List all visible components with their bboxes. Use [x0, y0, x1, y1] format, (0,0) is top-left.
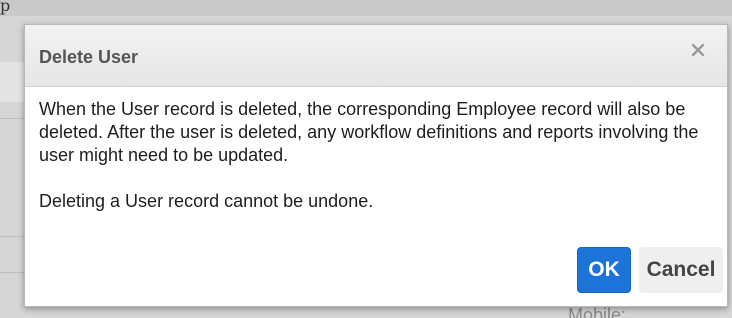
close-button[interactable] — [683, 35, 713, 65]
dialog-header: Delete User — [25, 25, 727, 87]
background-corner-glyph: p — [0, 0, 11, 15]
background-stripe — [0, 62, 24, 102]
delete-user-dialog: Delete User When the User record is dele… — [24, 24, 728, 307]
ok-button[interactable]: OK — [577, 247, 631, 293]
dialog-message-paragraph: When the User record is deleted, the cor… — [39, 99, 699, 165]
close-icon — [691, 43, 705, 57]
background-divider — [0, 236, 24, 237]
cancel-button[interactable]: Cancel — [639, 247, 723, 293]
dialog-message: When the User record is deleted, the cor… — [39, 98, 709, 213]
dialog-message-warning: Deleting a User record cannot be undone. — [39, 191, 374, 211]
background-mobile-label: Mobile: — [568, 305, 627, 318]
dialog-title: Delete User — [39, 47, 139, 67]
page-background: p Mobile: Delete User When the User reco… — [0, 0, 732, 318]
background-divider — [0, 272, 24, 273]
background-top-bar — [0, 0, 732, 16]
background-divider — [0, 118, 24, 119]
